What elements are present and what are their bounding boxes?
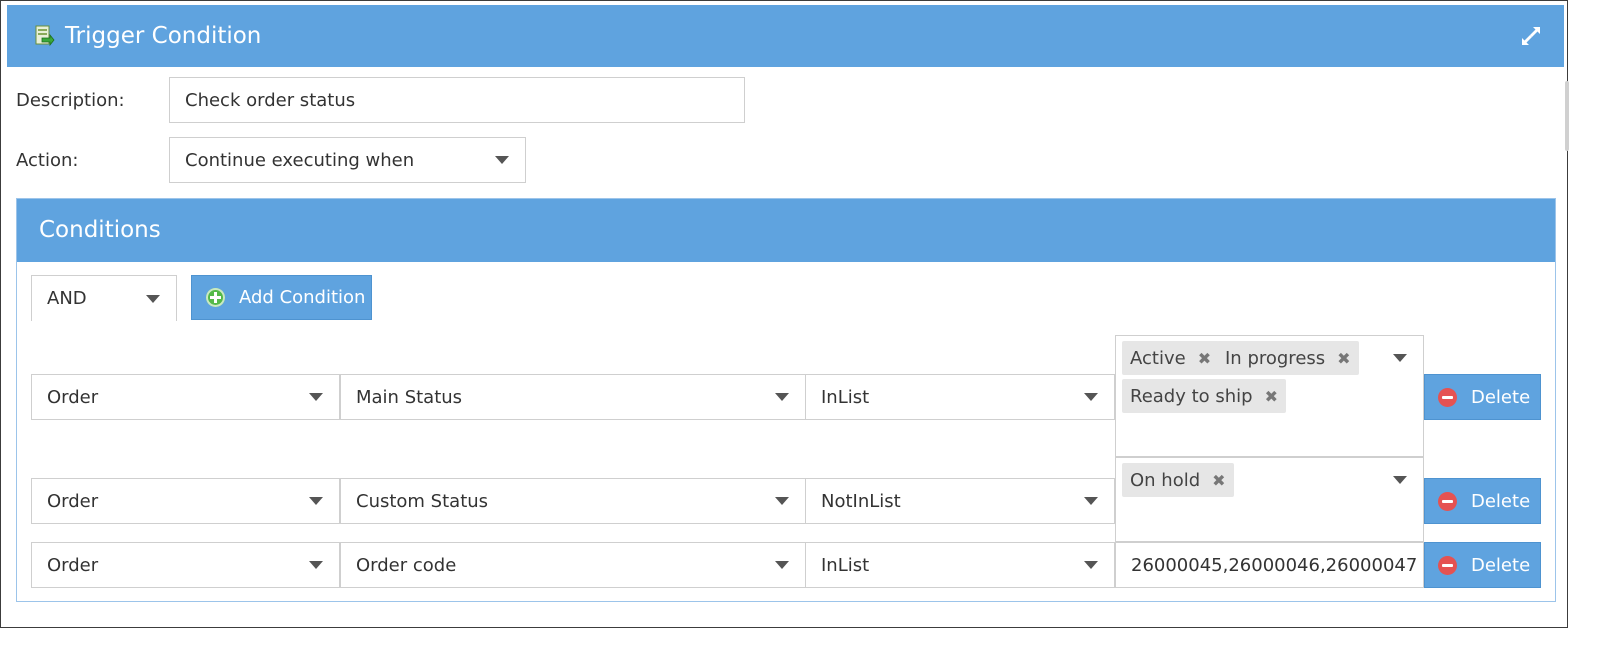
condition-row-1-entity-select[interactable]: Order (31, 374, 340, 420)
delete-label: Delete (1471, 490, 1531, 512)
field-value: Order code (356, 554, 457, 576)
chevron-down-icon[interactable] (1393, 354, 1407, 362)
remove-tag-icon[interactable]: ✖ (1212, 471, 1225, 490)
remove-tag-icon[interactable]: ✖ (1265, 387, 1278, 406)
chevron-down-icon (775, 561, 789, 569)
chevron-down-icon (775, 497, 789, 505)
tag-label: On hold (1130, 469, 1201, 491)
delete-label: Delete (1471, 386, 1531, 408)
value-tag: Active ✖ (1122, 341, 1220, 375)
operator-value: NotInList (821, 490, 901, 512)
operator-value: InList (821, 386, 870, 408)
condition-row-3-value-input[interactable]: 26000045,26000046,26000047 (1115, 542, 1424, 588)
condition-row-1-field-select[interactable]: Main Status (340, 374, 806, 420)
condition-row-2-delete-button[interactable]: Delete (1424, 478, 1541, 524)
condition-row-3-entity-select[interactable]: Order (31, 542, 340, 588)
window-title: Trigger Condition (65, 23, 262, 49)
chevron-down-icon (146, 294, 160, 303)
remove-tag-icon[interactable]: ✖ (1337, 349, 1350, 368)
condition-row-2-operator-select[interactable]: NotInList (805, 478, 1115, 524)
action-select[interactable]: Continue executing when (169, 137, 526, 183)
chevron-down-icon (309, 561, 323, 569)
condition-row-3-field-select[interactable]: Order code (340, 542, 806, 588)
condition-row-3-operator-select[interactable]: InList (805, 542, 1115, 588)
document-arrow-icon (35, 25, 55, 47)
description-input[interactable]: Check order status (169, 77, 745, 123)
expand-arrows-icon[interactable] (1520, 25, 1542, 47)
plus-circle-icon (206, 288, 225, 307)
logic-operator-select[interactable]: AND (31, 275, 177, 321)
minus-circle-icon (1438, 555, 1457, 575)
value-text: 26000045,26000046,26000047 (1131, 554, 1418, 576)
action-select-value: Continue executing when (185, 149, 415, 171)
tag-label: Ready to ship (1130, 385, 1253, 407)
action-label: Action: (16, 150, 79, 171)
scrollbar-thumb[interactable] (1565, 81, 1569, 151)
conditions-title: Conditions (39, 217, 161, 243)
delete-label: Delete (1471, 554, 1531, 576)
minus-circle-icon (1438, 491, 1457, 511)
entity-value: Order (47, 386, 99, 408)
condition-row-3-delete-button[interactable]: Delete (1424, 542, 1541, 588)
remove-tag-icon[interactable]: ✖ (1198, 349, 1211, 368)
entity-value: Order (47, 554, 99, 576)
tag-label: In progress (1225, 347, 1326, 369)
condition-row-1-delete-button[interactable]: Delete (1424, 374, 1541, 420)
value-tag: On hold ✖ (1122, 463, 1234, 497)
add-condition-button[interactable]: Add Condition (191, 275, 372, 320)
conditions-header: Conditions (17, 199, 1555, 262)
chevron-down-icon[interactable] (1393, 476, 1407, 484)
condition-row-2-entity-select[interactable]: Order (31, 478, 340, 524)
minus-circle-icon (1438, 387, 1457, 407)
entity-value: Order (47, 490, 99, 512)
add-condition-label: Add Condition (239, 287, 366, 308)
operator-value: InList (821, 554, 870, 576)
chevron-down-icon (1084, 561, 1098, 569)
description-value: Check order status (185, 89, 356, 111)
field-value: Custom Status (356, 490, 489, 512)
field-value: Main Status (356, 386, 463, 408)
value-tag: Ready to ship ✖ (1122, 379, 1287, 413)
window-frame: Trigger Condition Description: Check ord… (0, 0, 1569, 628)
condition-row-1-operator-select[interactable]: InList (805, 374, 1115, 420)
chevron-down-icon (775, 393, 789, 401)
condition-row-1-values-multiselect[interactable]: Active ✖ In progress ✖ Ready to ship ✖ (1115, 335, 1424, 457)
logic-operator-value: AND (47, 288, 87, 309)
chevron-down-icon (309, 393, 323, 401)
chevron-down-icon (1084, 393, 1098, 401)
value-tag: In progress ✖ (1217, 341, 1359, 375)
tag-label: Active (1130, 347, 1186, 369)
chevron-down-icon (1084, 497, 1098, 505)
description-label: Description: (16, 90, 125, 111)
chevron-down-icon (495, 156, 509, 164)
condition-row-2-field-select[interactable]: Custom Status (340, 478, 806, 524)
condition-row-2-values-multiselect[interactable]: On hold ✖ (1115, 457, 1424, 542)
chevron-down-icon (309, 497, 323, 505)
window-titlebar: Trigger Condition (7, 5, 1564, 67)
